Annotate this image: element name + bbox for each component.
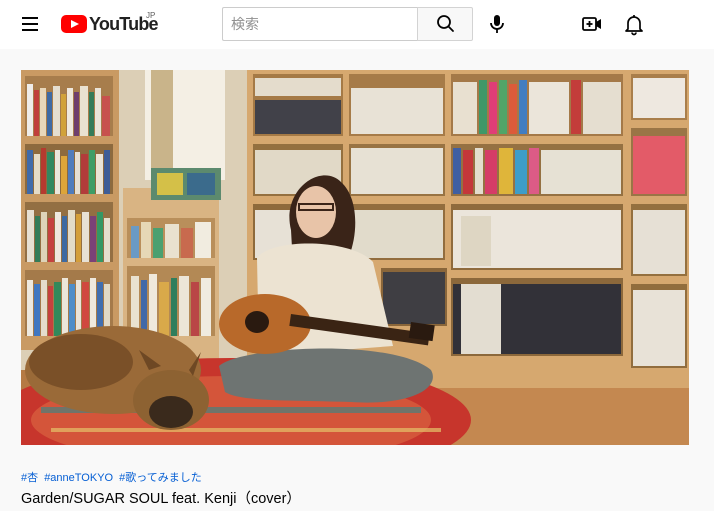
search-input[interactable]: [222, 7, 417, 41]
video-frame: [21, 70, 689, 445]
search-button[interactable]: [417, 7, 473, 41]
create-video-button[interactable]: [580, 12, 604, 36]
microphone-icon[interactable]: [485, 12, 509, 36]
hashtag-link[interactable]: #anneTOKYO: [44, 472, 113, 484]
search-box: [222, 7, 473, 41]
search-icon: [437, 15, 454, 32]
hashtag-link[interactable]: #杏: [21, 472, 38, 484]
bell-icon: [625, 15, 643, 36]
video-player[interactable]: [21, 70, 689, 445]
video-plus-icon: [582, 17, 601, 31]
notifications-button[interactable]: [622, 12, 646, 36]
video-title: Garden/SUGAR SOUL feat. Kenji（cover）: [21, 491, 301, 507]
video-hashtags: #杏 #anneTOKYO #歌ってみました: [21, 469, 205, 485]
youtube-logo[interactable]: YouTube: [61, 13, 159, 35]
logo-country-code: JP: [146, 11, 156, 20]
masthead: YouTube JP: [0, 0, 714, 49]
hashtag-link[interactable]: #歌ってみました: [119, 472, 202, 484]
youtube-play-icon: [61, 15, 87, 33]
hamburger-menu-icon[interactable]: [20, 14, 42, 34]
